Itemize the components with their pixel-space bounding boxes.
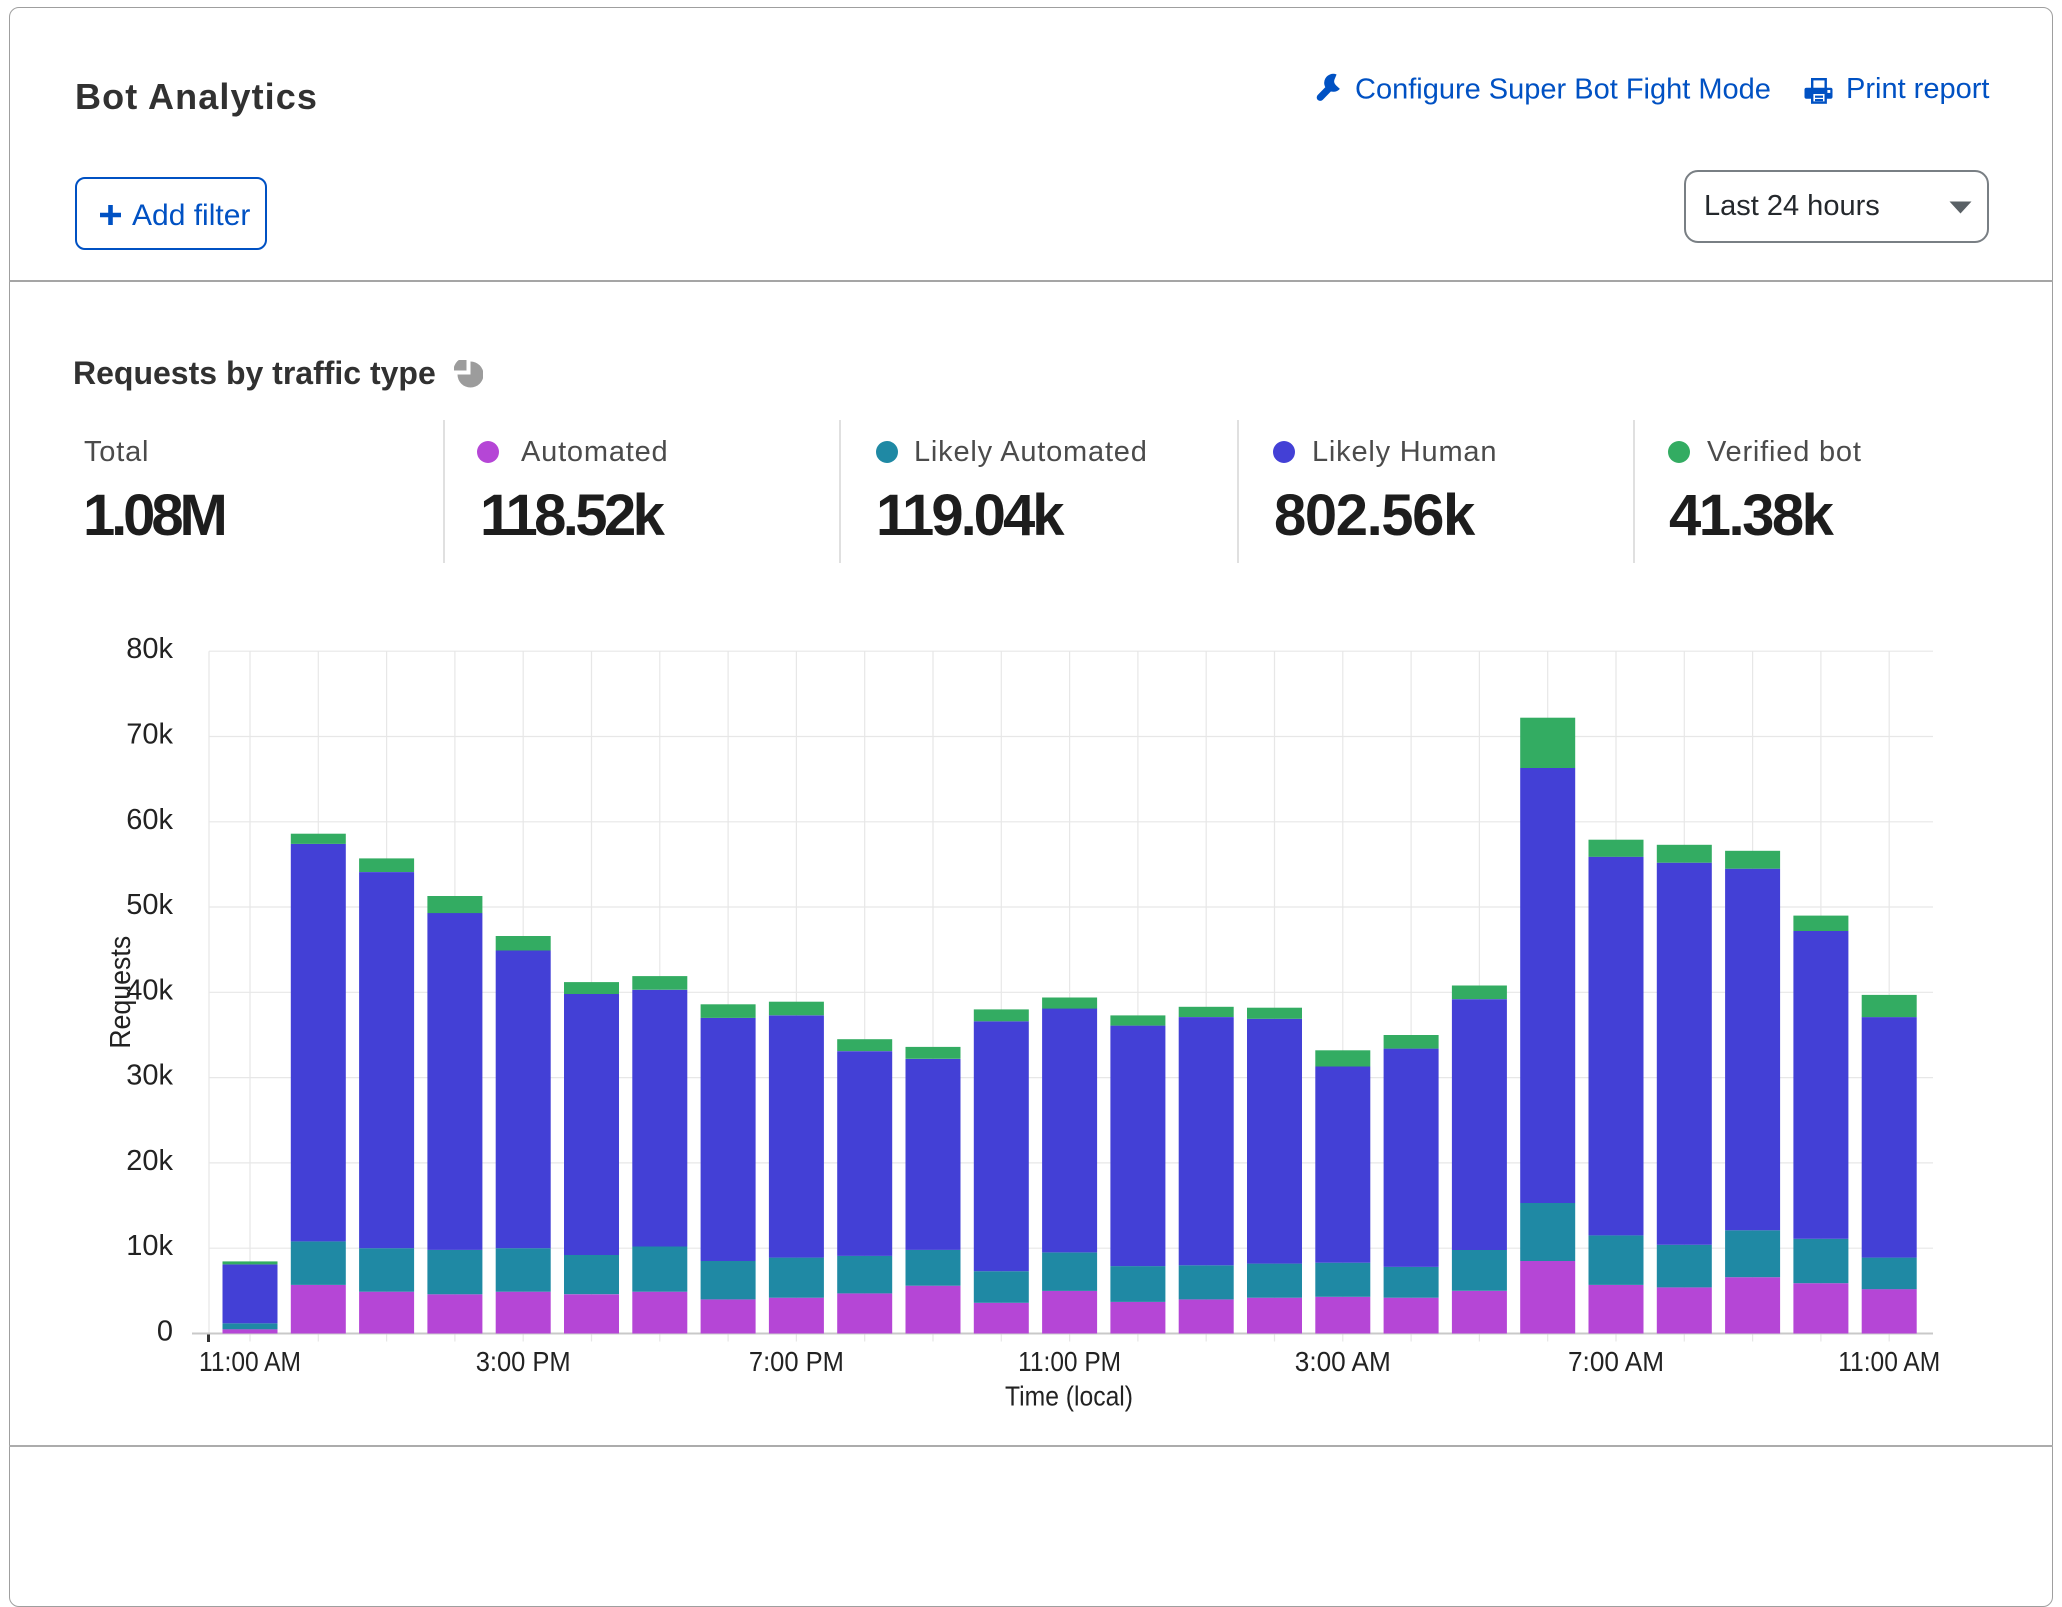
svg-text:30k: 30k	[126, 1060, 173, 1092]
svg-text:20k: 20k	[126, 1145, 173, 1177]
svg-text:80k: 80k	[126, 633, 173, 665]
svg-text:11:00 AM: 11:00 AM	[199, 1346, 301, 1377]
svg-text:60k: 60k	[126, 804, 173, 836]
svg-text:3:00 PM: 3:00 PM	[476, 1346, 571, 1377]
svg-text:70k: 70k	[126, 719, 173, 751]
svg-text:7:00 PM: 7:00 PM	[749, 1346, 844, 1377]
svg-text:Time (local): Time (local)	[1005, 1381, 1133, 1412]
svg-text:11:00 AM: 11:00 AM	[1838, 1346, 1940, 1377]
svg-text:10k: 10k	[126, 1230, 173, 1262]
svg-text:3:00 AM: 3:00 AM	[1295, 1346, 1391, 1377]
svg-text:50k: 50k	[126, 889, 173, 921]
svg-text:0: 0	[157, 1316, 173, 1348]
svg-text:Requests: Requests	[105, 936, 137, 1049]
svg-text:7:00 AM: 7:00 AM	[1568, 1346, 1664, 1377]
svg-text:11:00 PM: 11:00 PM	[1018, 1346, 1121, 1377]
